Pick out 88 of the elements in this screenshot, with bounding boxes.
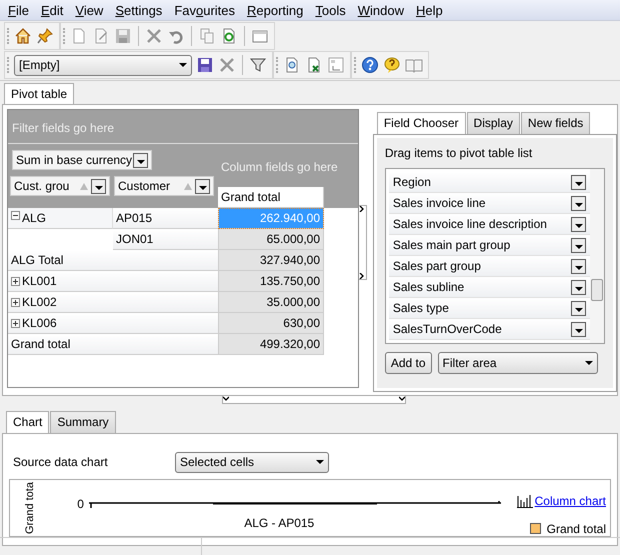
dropdown-button[interactable] (571, 280, 586, 295)
menu-item[interactable]: Tools (309, 0, 352, 20)
help-icon[interactable] (361, 56, 379, 74)
data-field[interactable]: Sum in base currency (12, 150, 152, 170)
value-cell[interactable]: 35.000,00 (218, 292, 324, 314)
menu-item[interactable]: Edit (34, 0, 70, 20)
dropdown-button[interactable] (571, 300, 586, 316)
category-label: ALG - AP015 (244, 516, 314, 530)
axis-title: Grand tota (24, 480, 37, 536)
dropdown-button[interactable] (133, 152, 148, 168)
caret-icon (574, 286, 582, 291)
menu-item[interactable]: File (2, 0, 35, 20)
field-item[interactable]: Sales type (388, 298, 590, 320)
expand-icon[interactable] (11, 298, 20, 307)
caret-icon (574, 202, 582, 207)
delete-icon[interactable] (145, 27, 163, 45)
dropdown-button[interactable] (571, 174, 586, 190)
save-icon[interactable] (196, 56, 214, 74)
row-field-header[interactable]: Customer (114, 176, 214, 196)
dropdown-button[interactable] (571, 196, 586, 211)
dropdown-button[interactable] (571, 322, 586, 337)
tab[interactable]: Chart (6, 411, 50, 433)
question-icon[interactable] (383, 56, 401, 74)
value-cell[interactable]: 630,00 (218, 313, 324, 334)
pin-icon[interactable] (36, 27, 54, 45)
dropdown-button[interactable] (571, 258, 586, 274)
caret-icon (316, 460, 324, 464)
dropdown-button[interactable] (571, 216, 586, 232)
layout-select[interactable]: [Empty] (14, 54, 192, 76)
caret-icon (179, 63, 187, 67)
expand-icon[interactable] (11, 318, 20, 328)
filter-icon[interactable] (249, 56, 267, 74)
caret-icon (574, 182, 582, 186)
field-item[interactable]: Sales main part group (388, 235, 590, 256)
tab[interactable]: Pivot table (4, 83, 74, 104)
column-drop-area: Column fields go here (221, 160, 358, 175)
tab[interactable]: Field Chooser (376, 112, 466, 134)
value-cell[interactable]: 499.320,00 (218, 334, 324, 356)
column-header: Grand total (218, 187, 324, 208)
expand-icon[interactable] (11, 276, 20, 286)
dropdown-button[interactable] (195, 178, 210, 194)
target-select[interactable]: Filter area (438, 352, 598, 374)
caret-icon (574, 224, 582, 228)
field-item[interactable]: Sales part group (388, 256, 590, 278)
source-select[interactable]: Selected cells (175, 452, 329, 473)
tick-label: 0 (77, 496, 84, 512)
menu-item[interactable]: Help (410, 0, 449, 20)
legend-label: Grand total (546, 522, 606, 536)
field-item[interactable]: Sales subline (388, 277, 590, 298)
tab[interactable]: Display (466, 112, 520, 134)
row-label-cell[interactable]: ALG (8, 208, 113, 230)
dropdown-button[interactable] (91, 178, 106, 194)
menu-item[interactable]: Reporting (241, 0, 310, 20)
caret-icon (198, 186, 206, 190)
collapse-icon[interactable] (11, 211, 20, 220)
caret-icon (136, 160, 144, 164)
menu-item[interactable]: Settings (109, 0, 168, 20)
chart-type-link[interactable]: Column chart (534, 494, 606, 508)
layout-icon[interactable] (327, 56, 345, 74)
filter-drop-area: Filter fields go here (8, 110, 358, 144)
column-chart-icon[interactable] (516, 494, 533, 508)
add-to-button[interactable]: Add to (384, 352, 432, 374)
scrollbar[interactable] (590, 169, 604, 344)
legend-swatch (530, 523, 541, 534)
caret-icon (574, 266, 582, 270)
scroll-thumb[interactable] (591, 279, 603, 302)
field-item[interactable]: SalesTurnOverCode (388, 319, 590, 340)
source-label: Source data chart (12, 455, 109, 470)
value-cell[interactable]: 65.000,00 (218, 229, 324, 250)
tab[interactable]: New fields (520, 112, 590, 134)
dropdown-button[interactable] (571, 238, 586, 253)
caret-icon (574, 244, 582, 249)
value-cell[interactable]: 327.940,00 (218, 250, 324, 272)
value-cell[interactable]: 135.750,00 (218, 271, 324, 292)
field-item[interactable]: Sales invoice line description (388, 214, 590, 236)
instruction-text: Drag items to pivot table list (384, 146, 534, 160)
menu-item[interactable]: Window (352, 0, 410, 20)
menu-item[interactable]: View (69, 0, 110, 20)
field-item[interactable]: Sales invoice line (388, 193, 590, 214)
caret-icon (584, 361, 593, 366)
caret-icon (94, 186, 102, 190)
caret-icon (574, 328, 582, 333)
menu-item[interactable]: Favourites (168, 0, 242, 20)
field-item[interactable]: Region (388, 172, 590, 194)
tab[interactable]: Summary (50, 411, 116, 433)
home-icon[interactable] (14, 27, 32, 45)
row-field-header[interactable]: Cust. grou (10, 176, 110, 196)
caret-icon (574, 308, 582, 312)
